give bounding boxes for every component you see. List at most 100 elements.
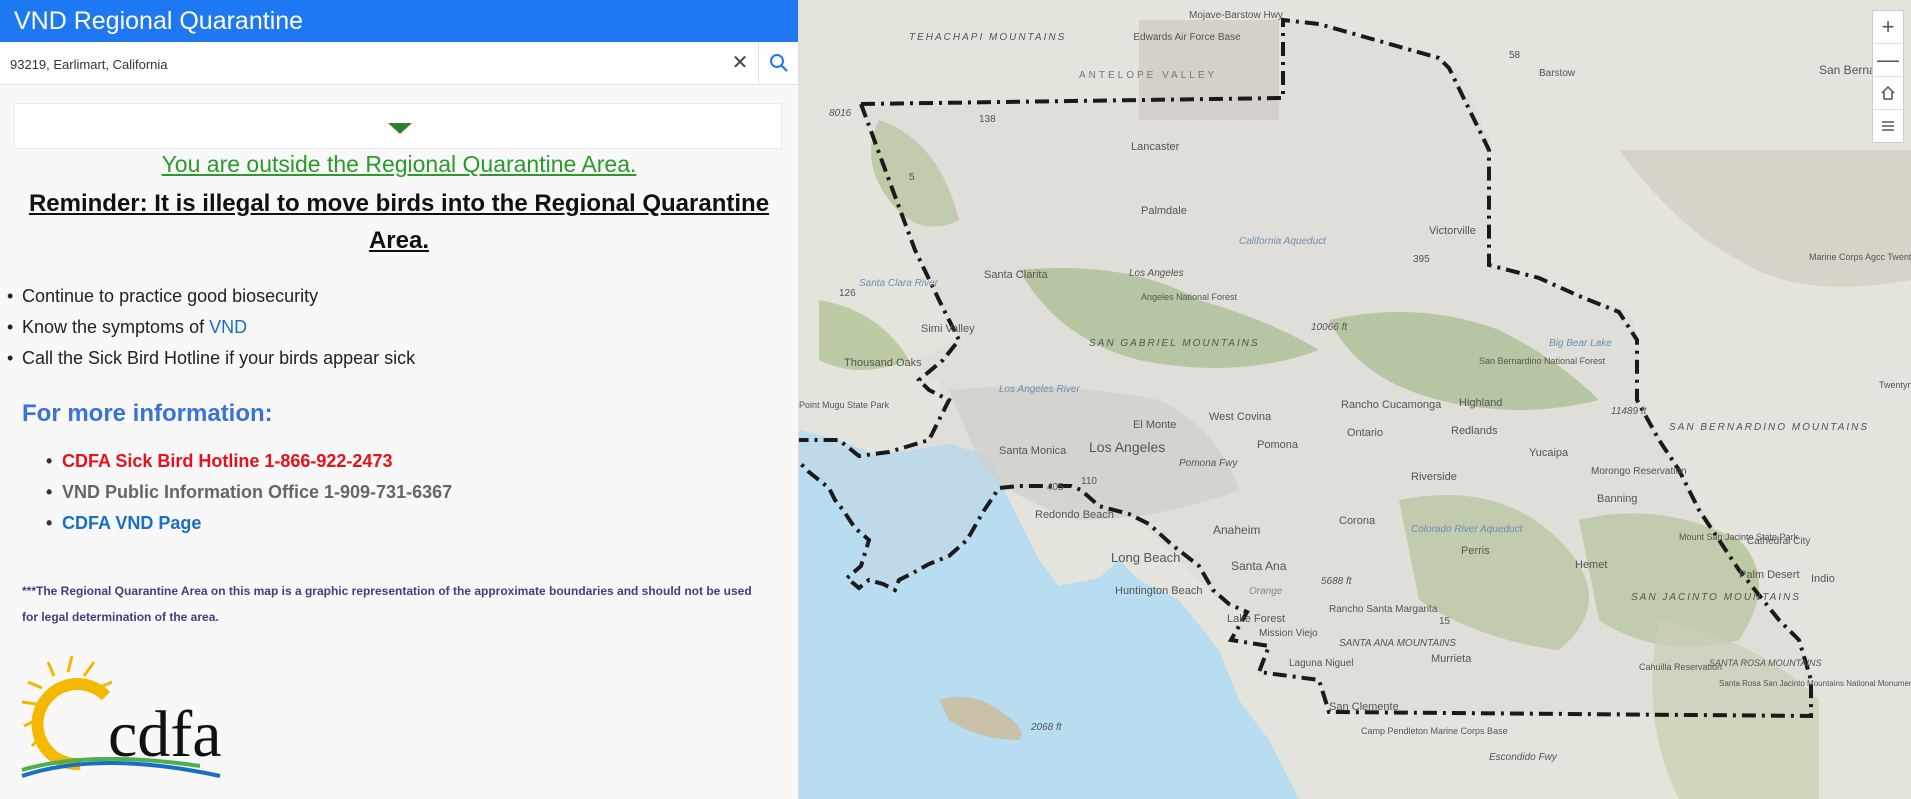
- search-bar: ✕: [0, 42, 798, 85]
- svg-text:Pomona Fwy: Pomona Fwy: [1179, 458, 1238, 469]
- home-icon: [1881, 85, 1895, 100]
- svg-text:Murrieta: Murrieta: [1431, 653, 1472, 665]
- contact-list: CDFA Sick Bird Hotline 1-866-922-2473 VN…: [46, 448, 452, 541]
- close-icon: ✕: [731, 52, 749, 74]
- app-title: VND Regional Quarantine: [0, 0, 798, 42]
- svg-text:Palmdale: Palmdale: [1141, 205, 1187, 217]
- svg-text:Twentynine Palms: Twentynine Palms: [1879, 380, 1911, 390]
- svg-text:Lake Forest: Lake Forest: [1227, 613, 1285, 625]
- svg-text:Santa Monica: Santa Monica: [999, 445, 1067, 457]
- svg-text:Anaheim: Anaheim: [1213, 523, 1260, 537]
- svg-text:SANTA ANA MOUNTAINS: SANTA ANA MOUNTAINS: [1339, 638, 1456, 649]
- svg-text:11489 ft: 11489 ft: [1611, 406, 1648, 417]
- svg-text:Los Angeles River: Los Angeles River: [999, 384, 1080, 395]
- svg-text:Mission Viejo: Mission Viejo: [1259, 628, 1318, 639]
- svg-text:Rancho Santa Margarita: Rancho Santa Margarita: [1329, 604, 1438, 615]
- svg-text:Long Beach: Long Beach: [1111, 550, 1180, 565]
- svg-text:Big Bear Lake: Big Bear Lake: [1549, 338, 1612, 349]
- svg-text:SAN BERNARDINO MOUNTAINS: SAN BERNARDINO MOUNTAINS: [1669, 422, 1869, 433]
- svg-text:San Bernardino National Forest: San Bernardino National Forest: [1479, 356, 1606, 366]
- search-icon: [770, 54, 788, 72]
- map-controls: + —: [1872, 10, 1904, 143]
- guidance-list: Continue to practice good biosecurity Kn…: [7, 283, 415, 376]
- svg-text:Point Mugu State Park: Point Mugu State Park: [799, 400, 890, 410]
- svg-text:Barstow: Barstow: [1539, 68, 1576, 79]
- svg-text:110: 110: [1081, 476, 1097, 487]
- list-item: Call the Sick Bird Hotline if your birds…: [7, 345, 415, 376]
- list-item: Know the symptoms of VND: [7, 314, 415, 345]
- basemap: Mojave-Barstow Hwy Edwards Air Force Bas…: [799, 0, 1911, 799]
- svg-text:8016: 8016: [829, 108, 852, 119]
- more-info-heading: For more information:: [22, 400, 273, 427]
- svg-text:Ontario: Ontario: [1347, 427, 1383, 439]
- svg-text:California Aqueduct: California Aqueduct: [1239, 236, 1327, 247]
- menu-icon: [1882, 121, 1894, 131]
- svg-text:58: 58: [1509, 50, 1521, 61]
- svg-text:Highland: Highland: [1459, 397, 1502, 409]
- map-view[interactable]: Mojave-Barstow Hwy Edwards Air Force Bas…: [799, 0, 1911, 799]
- svg-text:Santa Ana: Santa Ana: [1231, 559, 1287, 573]
- svg-text:Lancaster: Lancaster: [1131, 141, 1180, 153]
- svg-text:Yucaipa: Yucaipa: [1529, 447, 1569, 459]
- svg-text:Huntington Beach: Huntington Beach: [1115, 585, 1202, 597]
- svg-text:Santa Clara River: Santa Clara River: [859, 278, 939, 289]
- svg-text:Redlands: Redlands: [1451, 425, 1498, 437]
- svg-text:Mojave-Barstow Hwy: Mojave-Barstow Hwy: [1189, 10, 1283, 21]
- svg-text:Simi Valley: Simi Valley: [921, 323, 975, 335]
- svg-text:Escondido Fwy: Escondido Fwy: [1489, 752, 1558, 763]
- svg-text:West Covina: West Covina: [1209, 411, 1272, 423]
- svg-text:2068 ft: 2068 ft: [1030, 722, 1063, 733]
- svg-text:ANTELOPE VALLEY: ANTELOPE VALLEY: [1079, 70, 1217, 81]
- svg-text:5: 5: [909, 172, 915, 183]
- svg-text:138: 138: [979, 114, 996, 125]
- svg-text:Orange: Orange: [1249, 586, 1283, 597]
- zoom-in-button[interactable]: +: [1873, 11, 1903, 44]
- svg-text:Los Angeles: Los Angeles: [1129, 268, 1184, 279]
- svg-text:Camp Pendleton Marine Corps Ba: Camp Pendleton Marine Corps Base: [1361, 726, 1508, 736]
- svg-text:Santa Rosa San Jacinto Mountai: Santa Rosa San Jacinto Mountains Nationa…: [1719, 679, 1911, 688]
- svg-text:15: 15: [1439, 616, 1451, 627]
- vnd-page-link[interactable]: CDFA VND Page: [46, 510, 452, 541]
- hotline-link[interactable]: CDFA Sick Bird Hotline 1-866-922-2473: [46, 448, 452, 479]
- svg-text:Marine Corps Agcc Twentynine P: Marine Corps Agcc Twentynine Palms: [1809, 252, 1911, 262]
- svg-text:126: 126: [839, 288, 856, 299]
- svg-text:10066 ft: 10066 ft: [1311, 322, 1348, 333]
- zoom-out-button[interactable]: —: [1873, 44, 1903, 77]
- svg-text:SANTA ROSA MOUNTAINS: SANTA ROSA MOUNTAINS: [1709, 658, 1822, 668]
- reminder-text: Reminder: It is illegal to move birds in…: [28, 190, 770, 254]
- disclaimer-text: ***The Regional Quarantine Area on this …: [22, 584, 752, 624]
- collapse-toggle-icon[interactable]: [388, 123, 412, 134]
- svg-text:Palm Desert: Palm Desert: [1739, 569, 1800, 581]
- search-button[interactable]: [758, 42, 798, 84]
- svg-text:San Clemente: San Clemente: [1329, 701, 1399, 713]
- search-input[interactable]: [8, 50, 752, 78]
- results-collapse-panel: [14, 103, 782, 149]
- clear-search-button[interactable]: ✕: [729, 50, 751, 76]
- svg-text:Los Angeles: Los Angeles: [1089, 439, 1165, 455]
- svg-text:5688 ft: 5688 ft: [1321, 576, 1353, 587]
- svg-text:SAN JACINTO MOUNTAINS: SAN JACINTO MOUNTAINS: [1631, 592, 1801, 603]
- svg-text:TEHACHAPI MOUNTAINS: TEHACHAPI MOUNTAINS: [909, 32, 1066, 43]
- info-office-link[interactable]: VND Public Information Office 1-909-731-…: [46, 479, 452, 510]
- svg-text:Santa Clarita: Santa Clarita: [984, 269, 1048, 281]
- svg-text:Rancho Cucamonga: Rancho Cucamonga: [1341, 399, 1442, 411]
- svg-text:395: 395: [1413, 254, 1430, 265]
- svg-text:Riverside: Riverside: [1411, 471, 1457, 483]
- svg-text:Laguna Niguel: Laguna Niguel: [1289, 658, 1354, 669]
- svg-text:405: 405: [1047, 482, 1064, 493]
- svg-text:Banning: Banning: [1597, 493, 1637, 505]
- svg-text:SAN GABRIEL MOUNTAINS: SAN GABRIEL MOUNTAINS: [1089, 338, 1260, 349]
- svg-text:Corona: Corona: [1339, 515, 1376, 527]
- svg-text:Thousand Oaks: Thousand Oaks: [844, 357, 922, 369]
- svg-text:Redondo Beach: Redondo Beach: [1035, 509, 1114, 521]
- svg-text:Angeles National Forest: Angeles National Forest: [1141, 292, 1238, 302]
- svg-text:Morongo Reservation: Morongo Reservation: [1591, 466, 1687, 477]
- svg-text:Indio: Indio: [1811, 573, 1835, 585]
- list-item: Continue to practice good biosecurity: [7, 283, 415, 314]
- layers-button[interactable]: [1873, 110, 1903, 142]
- home-button[interactable]: [1873, 77, 1903, 110]
- vnd-link[interactable]: VND: [209, 317, 247, 337]
- svg-text:Perris: Perris: [1461, 545, 1490, 557]
- svg-text:El Monte: El Monte: [1133, 419, 1176, 431]
- svg-text:Cathedral City: Cathedral City: [1747, 536, 1810, 547]
